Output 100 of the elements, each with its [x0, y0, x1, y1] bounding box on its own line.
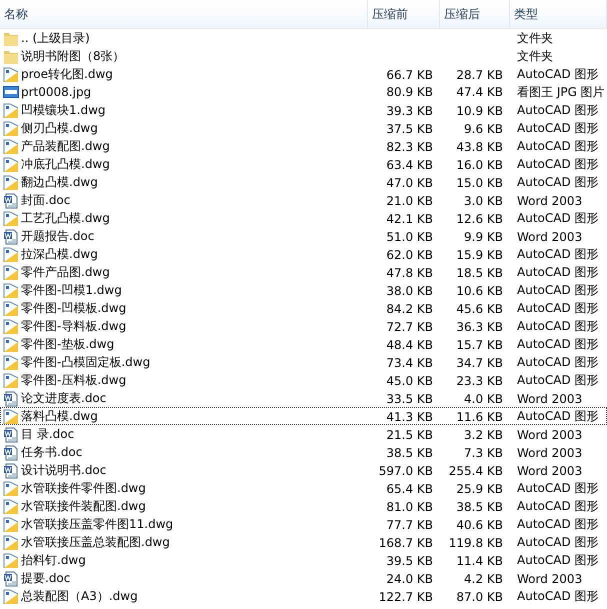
file-row[interactable]: 工艺孔凸模.dwg 42.1 KB 12.6 KB AutoCAD 图形: [0, 209, 607, 227]
file-type: Word 2003: [516, 392, 584, 406]
original-size: 65.4 KB: [386, 482, 434, 496]
file-name: 零件图-垫板.dwg: [21, 336, 114, 353]
file-row[interactable]: 零件图-导料板.dwg 72.7 KB 36.3 KB AutoCAD 图形: [0, 317, 607, 335]
packed-size: 43.8 KB: [456, 140, 504, 154]
drawing-file-icon: [3, 516, 19, 532]
packed-size: 38.5 KB: [456, 500, 504, 514]
file-row[interactable]: 说明书附图（8张） 文件夹: [0, 47, 607, 65]
file-row[interactable]: 翻边凸模.dwg 47.0 KB 15.0 KB AutoCAD 图形: [0, 173, 607, 191]
packed-size: 36.3 KB: [456, 320, 504, 334]
drawing-file-icon: [3, 588, 19, 604]
original-size: 81.0 KB: [386, 500, 434, 514]
column-header[interactable]: 压缩前: [368, 0, 440, 28]
file-row[interactable]: 设计说明书.doc 597.0 KB 255.4 KB Word 2003: [0, 461, 607, 479]
file-row[interactable]: 提要.doc 24.0 KB 4.2 KB Word 2003: [0, 569, 607, 587]
file-type: AutoCAD 图形: [516, 120, 600, 137]
original-size: 24.0 KB: [386, 572, 434, 586]
word-document-icon: [3, 228, 19, 244]
file-row[interactable]: 水管联接压盖总装配图.dwg 168.7 KB 119.8 KB AutoCAD 图形: [0, 533, 607, 551]
file-type: AutoCAD 图形: [516, 372, 600, 389]
drawing-file-icon: [3, 156, 19, 172]
file-name: 落料凸模.dwg: [21, 408, 98, 425]
file-name: .. (上级目录): [21, 30, 90, 47]
file-name: 提要.doc: [21, 570, 70, 587]
original-size: 80.9 KB: [386, 85, 434, 99]
file-name: 任务书.doc: [21, 444, 82, 461]
file-name: 零件图-凹模1.dwg: [21, 282, 122, 299]
drawing-file-icon: [3, 534, 19, 550]
file-row[interactable]: 冲底孔凸模.dwg 63.4 KB 16.0 KB AutoCAD 图形: [0, 155, 607, 173]
file-row[interactable]: 零件图-垫板.dwg 48.4 KB 15.7 KB AutoCAD 图形: [0, 335, 607, 353]
file-row[interactable]: .. (上级目录) 文件夹: [0, 29, 607, 47]
file-row[interactable]: 拉深凸模.dwg 62.0 KB 15.9 KB AutoCAD 图形: [0, 245, 607, 263]
file-row[interactable]: 零件产品图.dwg 47.8 KB 18.5 KB AutoCAD 图形: [0, 263, 607, 281]
file-name: 零件图-压料板.dwg: [21, 372, 126, 389]
file-row[interactable]: 落料凸模.dwg 41.3 KB 11.6 KB AutoCAD 图形: [0, 407, 607, 425]
file-row[interactable]: 产品装配图.dwg 82.3 KB 43.8 KB AutoCAD 图形: [0, 137, 607, 155]
file-row[interactable]: 目 录.doc 21.5 KB 3.2 KB Word 2003: [0, 425, 607, 443]
file-row[interactable]: 零件图-凹模1.dwg 38.0 KB 10.6 KB AutoCAD 图形: [0, 281, 607, 299]
original-size: 48.4 KB: [386, 338, 434, 352]
file-row[interactable]: 凹模镶块1.dwg 39.3 KB 10.9 KB AutoCAD 图形: [0, 101, 607, 119]
file-row[interactable]: prt0008.jpg 80.9 KB 47.4 KB 看图王 JPG 图片: [0, 83, 607, 101]
packed-size: 3.0 KB: [464, 194, 504, 208]
file-row[interactable]: 论文进度表.doc 33.5 KB 4.0 KB Word 2003: [0, 389, 607, 407]
original-size: 21.5 KB: [386, 428, 434, 442]
file-type: 文件夹: [516, 30, 554, 47]
original-size: 47.8 KB: [386, 266, 434, 280]
file-name: 封面.doc: [21, 192, 70, 209]
file-row[interactable]: 开题报告.doc 51.0 KB 9.9 KB Word 2003: [0, 227, 607, 245]
file-name: prt0008.jpg: [21, 85, 92, 99]
file-type: AutoCAD 图形: [516, 300, 600, 317]
packed-size: 4.2 KB: [464, 572, 504, 586]
drawing-file-icon: [3, 498, 19, 514]
original-size: 597.0 KB: [378, 464, 434, 478]
original-size: 77.7 KB: [386, 518, 434, 532]
packed-size: 87.0 KB: [456, 590, 504, 604]
file-row[interactable]: 抬料钉.dwg 39.5 KB 11.4 KB AutoCAD 图形: [0, 551, 607, 569]
column-header[interactable]: 名称: [0, 0, 368, 28]
file-type: AutoCAD 图形: [516, 246, 600, 263]
drawing-file-icon: [3, 300, 19, 316]
file-row[interactable]: 零件图-凸模固定板.dwg 73.4 KB 34.7 KB AutoCAD 图形: [0, 353, 607, 371]
file-type: Word 2003: [516, 230, 584, 244]
file-name: 抬料钉.dwg: [21, 552, 86, 569]
file-type: AutoCAD 图形: [516, 282, 600, 299]
column-header[interactable]: 压缩后: [440, 0, 510, 28]
file-type: Word 2003: [516, 428, 584, 442]
drawing-file-icon: [3, 246, 19, 262]
file-name: 水管联接压盖总装配图.dwg: [21, 534, 170, 551]
file-name: 说明书附图（8张）: [21, 48, 125, 65]
file-row[interactable]: 零件图-压料板.dwg 45.0 KB 23.3 KB AutoCAD 图形: [0, 371, 607, 389]
file-type: AutoCAD 图形: [516, 354, 600, 371]
file-type: Word 2003: [516, 464, 584, 478]
packed-size: 12.6 KB: [456, 212, 504, 226]
file-type: AutoCAD 图形: [516, 588, 600, 605]
original-size: 63.4 KB: [386, 158, 434, 172]
file-row[interactable]: 水管联接件装配图.dwg 81.0 KB 38.5 KB AutoCAD 图形: [0, 497, 607, 515]
original-size: 82.3 KB: [386, 140, 434, 154]
original-size: 45.0 KB: [386, 374, 434, 388]
file-row[interactable]: 水管联接压盖零件图11.dwg 77.7 KB 40.6 KB AutoCAD 图形: [0, 515, 607, 533]
file-row[interactable]: 任务书.doc 38.5 KB 7.3 KB Word 2003: [0, 443, 607, 461]
file-name: 侧刃凸模.dwg: [21, 120, 98, 137]
column-header[interactable]: 类型: [510, 0, 607, 28]
packed-size: 255.4 KB: [448, 464, 504, 478]
original-size: 39.5 KB: [386, 554, 434, 568]
packed-size: 7.3 KB: [464, 446, 504, 460]
file-type: AutoCAD 图形: [516, 318, 600, 335]
original-size: 42.1 KB: [386, 212, 434, 226]
file-row[interactable]: 零件图-凹模板.dwg 84.2 KB 45.6 KB AutoCAD 图形: [0, 299, 607, 317]
file-row[interactable]: 封面.doc 21.0 KB 3.0 KB Word 2003: [0, 191, 607, 209]
packed-size: 28.7 KB: [456, 68, 504, 82]
file-row[interactable]: 总装配图（A3）.dwg 122.7 KB 87.0 KB AutoCAD 图形: [0, 587, 607, 605]
packed-size: 18.5 KB: [456, 266, 504, 280]
file-row[interactable]: proe转化图.dwg 66.7 KB 28.7 KB AutoCAD 图形: [0, 65, 607, 83]
packed-size: 119.8 KB: [448, 536, 504, 550]
file-row[interactable]: 水管联接件零件图.dwg 65.4 KB 25.9 KB AutoCAD 图形: [0, 479, 607, 497]
file-name: proe转化图.dwg: [21, 66, 113, 83]
packed-size: 11.6 KB: [456, 410, 504, 424]
file-row[interactable]: 侧刃凸模.dwg 37.5 KB 9.6 KB AutoCAD 图形: [0, 119, 607, 137]
file-name: 目 录.doc: [21, 426, 74, 443]
file-type: AutoCAD 图形: [516, 138, 600, 155]
